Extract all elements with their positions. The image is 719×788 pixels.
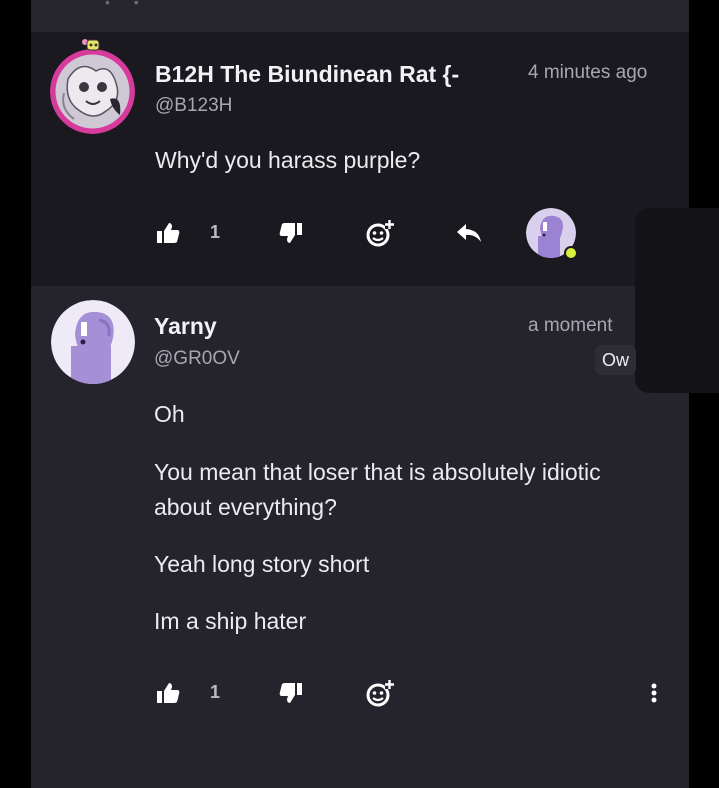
comment-author-handle[interactable]: @B123H [155,95,232,117]
reply-button[interactable] [454,220,484,246]
comment-text-line: You mean that loser that is absolutely i… [154,459,601,520]
thumbs-down-icon [279,683,302,703]
reply-arrow-icon [457,224,481,242]
like-count: 1 [210,222,221,242]
comment-author-handle[interactable]: @GR0OV [154,348,240,370]
comment-card: B12H The Biundinean Rat {- @B123H 4 minu… [31,32,689,286]
add-reaction-button[interactable] [364,678,396,710]
thumbs-up-icon [157,683,180,703]
more-options-button[interactable] [643,680,665,706]
comment-text-line: Oh [154,401,185,427]
comment-timestamp: 4 minutes ago [528,62,648,83]
like-button[interactable] [155,680,181,706]
comment-card: Yarny @GR0OV a moment Oh You mean that l… [31,286,689,788]
like-count: 1 [210,682,221,702]
comments-panel: • • B12H The Biundinean Rat {- @B123H 4 … [31,0,689,788]
comment-author-name[interactable]: Yarny [154,313,217,340]
add-reaction-icon [366,220,394,247]
thumbs-down-icon [279,223,302,243]
comment-text-line: Yeah long story short [154,551,370,577]
popover-ow-button[interactable]: Ow [595,345,636,375]
side-popover [635,208,719,393]
comment-author-name[interactable]: B12H The Biundinean Rat {- [155,61,511,88]
avatar[interactable] [51,300,135,384]
truncated-indicator: • • [105,0,149,10]
like-button[interactable] [155,220,181,246]
comment-timestamp: a moment [528,315,613,336]
online-status-dot [564,246,578,260]
thumbs-up-icon [157,223,180,243]
add-reaction-button[interactable] [364,218,396,250]
previous-comment-strip: • • [31,0,689,32]
crown-badge-icon [82,39,100,51]
add-reaction-icon [366,680,394,707]
comment-text-line: Im a ship hater [154,608,307,634]
dislike-button[interactable] [278,680,304,706]
dislike-button[interactable] [278,220,304,246]
avatar[interactable] [50,49,135,134]
more-vertical-icon [651,683,657,703]
comment-text: Why'd you harass purple? [155,147,421,173]
